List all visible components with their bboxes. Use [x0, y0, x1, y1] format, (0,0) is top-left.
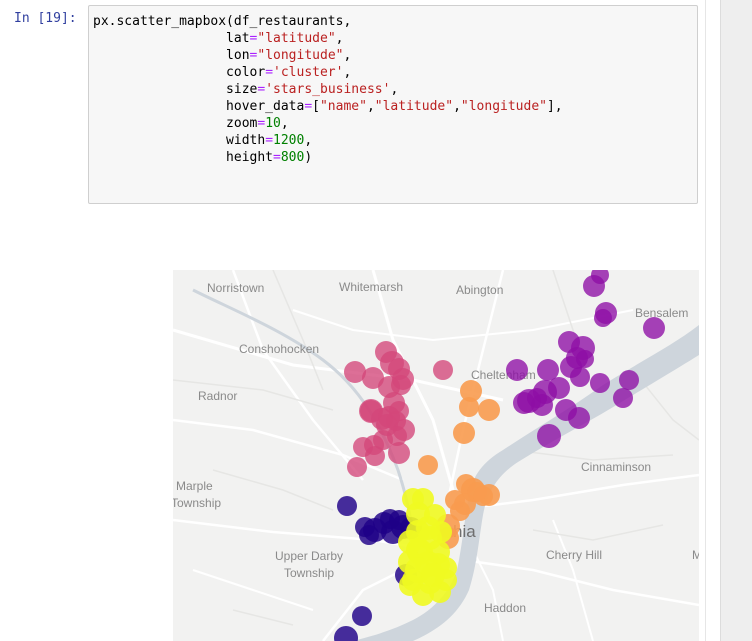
code-line: width=1200,	[93, 133, 312, 148]
restaurant-point-orange[interactable]	[445, 490, 465, 510]
code-token: size	[93, 82, 258, 97]
restaurant-point-yellow[interactable]	[430, 521, 452, 543]
restaurant-point-orange[interactable]	[459, 397, 479, 417]
code-line: color='cluster',	[93, 65, 351, 80]
code-token: px.scatter_mapbox(df_restaurants,	[93, 14, 352, 29]
code-token: ],	[546, 99, 563, 114]
restaurant-point-navy[interactable]	[355, 517, 375, 537]
code-token: ,	[343, 48, 352, 63]
code-token: width	[93, 133, 266, 148]
code-token: ,	[335, 31, 344, 46]
code-token: ,	[304, 133, 313, 148]
code-token: lat	[93, 31, 250, 46]
code-token: 'stars_business'	[265, 82, 391, 97]
restaurant-point-purple[interactable]	[537, 424, 561, 448]
code-line: lon="longitude",	[93, 48, 351, 63]
code-token: =	[265, 133, 274, 148]
code-cell-input[interactable]: px.scatter_mapbox(df_restaurants, lat="l…	[88, 5, 698, 204]
code-token: 10	[265, 116, 281, 131]
restaurant-point-magenta[interactable]	[433, 360, 453, 380]
map-label-marple: Marple	[176, 479, 213, 493]
restaurant-point-purple[interactable]	[613, 388, 633, 408]
code-token: 'cluster'	[273, 65, 344, 80]
code-token: =	[273, 150, 281, 165]
map-label-marple-township: Township	[173, 496, 221, 510]
scatter-mapbox-output[interactable]: Norristown Whitemarsh Abington Bensalem …	[173, 270, 699, 641]
code-token: "longitude"	[257, 48, 344, 63]
restaurant-point-purple[interactable]	[643, 317, 665, 339]
code-token: ,	[390, 82, 399, 97]
restaurant-point-yellow[interactable]	[421, 563, 445, 587]
restaurant-point-orange[interactable]	[418, 455, 438, 475]
restaurant-point-magenta[interactable]	[378, 406, 400, 428]
restaurant-point-orange[interactable]	[473, 486, 493, 506]
code-token: lon	[93, 48, 250, 63]
code-token: ,	[453, 99, 461, 114]
map-label-cinnaminson: Cinnaminson	[581, 460, 651, 474]
notebook-right-gutter	[705, 0, 721, 641]
restaurant-point-purple[interactable]	[590, 373, 610, 393]
restaurant-point-magenta[interactable]	[347, 457, 367, 477]
map-label-norristown: Norristown	[207, 281, 264, 295]
restaurant-point-purple[interactable]	[527, 388, 547, 408]
code-line: hover_data=["name","latitude","longitude…	[93, 99, 563, 114]
restaurant-point-purple[interactable]	[506, 359, 528, 381]
map-canvas[interactable]: Norristown Whitemarsh Abington Bensalem …	[173, 270, 699, 641]
restaurant-point-purple[interactable]	[594, 309, 612, 327]
restaurant-point-purple[interactable]	[568, 407, 590, 429]
code-token: color	[93, 65, 266, 80]
code-token: "latitude"	[257, 31, 336, 46]
code-token: height	[93, 150, 274, 165]
map-label-haddon: Haddon	[484, 601, 526, 615]
code-token: "name"	[319, 99, 367, 114]
code-token: zoom	[93, 116, 258, 131]
code-line: zoom=10,	[93, 116, 289, 131]
restaurant-point-magenta[interactable]	[344, 361, 366, 383]
code-token: =	[265, 65, 274, 80]
code-token: 1200	[273, 133, 305, 148]
code-token: )	[304, 150, 313, 165]
map-label-radnor: Radnor	[198, 389, 237, 403]
code-token: "latitude"	[374, 99, 454, 114]
code-token: 800	[280, 150, 305, 165]
restaurant-point-magenta[interactable]	[388, 442, 410, 464]
restaurant-point-purple[interactable]	[583, 275, 605, 297]
code-token: ,	[343, 65, 352, 80]
restaurant-point-navy[interactable]	[380, 509, 400, 529]
code-token: =	[304, 99, 313, 114]
map-label-upper-darby-township: Township	[284, 566, 334, 580]
map-label-cherry-hill: Cherry Hill	[546, 548, 602, 562]
cell-prompt: In [19]:	[14, 11, 77, 26]
map-label-upper-darby: Upper Darby	[275, 549, 343, 563]
code-line: size='stars_business',	[93, 82, 398, 97]
restaurant-point-purple[interactable]	[570, 367, 590, 387]
restaurant-point-navy[interactable]	[334, 626, 358, 641]
restaurant-point-purple[interactable]	[619, 370, 639, 390]
code-token: [	[312, 99, 320, 114]
map-label-whitemarsh: Whitemarsh	[339, 280, 403, 294]
map-label-bensalem: Bensalem	[635, 306, 688, 320]
map-label-abington: Abington	[456, 283, 503, 297]
code-line: height=800)	[93, 150, 312, 165]
code-token: hover_data	[93, 99, 305, 114]
code-token: ,	[366, 99, 375, 114]
restaurant-point-navy[interactable]	[352, 606, 372, 626]
page-scrollbar[interactable]	[720, 0, 752, 641]
code-line: lat="latitude",	[93, 31, 343, 46]
map-label-conshohocken: Conshohocken	[239, 342, 319, 356]
restaurant-point-magenta[interactable]	[365, 446, 385, 466]
code-line: px.scatter_mapbox(df_restaurants,	[93, 14, 351, 29]
map-label-edge: M	[692, 548, 699, 562]
code-token: ,	[280, 116, 289, 131]
code-token: "longitude"	[460, 99, 547, 114]
restaurant-point-navy[interactable]	[337, 496, 357, 516]
restaurant-point-orange[interactable]	[453, 422, 475, 444]
restaurant-point-orange[interactable]	[478, 399, 500, 421]
code-editor[interactable]: px.scatter_mapbox(df_restaurants, lat="l…	[93, 13, 563, 166]
